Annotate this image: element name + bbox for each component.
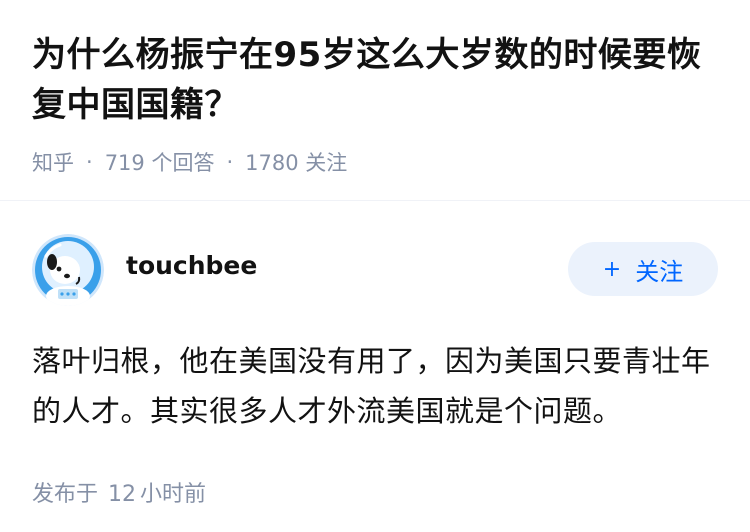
author-row: touchbee + 关注 (32, 232, 718, 308)
separator-dot: · (86, 150, 93, 174)
answer-content[interactable]: 落叶归根，他在美国没有用了，因为美国只要青壮年的人才。其实很多人才外流美国就是个… (32, 336, 718, 436)
question-header: 为什么杨振宁在95岁这么大岁数的时候要恢复中国国籍？ 知乎 · 719 个回答 … (32, 30, 722, 177)
follower-count-unit: 关注 (305, 151, 348, 175)
answer-count[interactable]: 719 个回答 (105, 147, 215, 177)
answer-count-unit: 个回答 (151, 151, 215, 175)
follow-button-label: 关注 (635, 257, 684, 286)
astronaut-dog-avatar-icon (32, 234, 104, 306)
publish-label: 发布于 (32, 482, 99, 507)
separator-dot: · (226, 150, 234, 174)
follow-button[interactable]: + 关注 (568, 242, 718, 296)
source-label[interactable]: 知乎 (32, 147, 74, 177)
answer-count-value: 719 (104, 151, 145, 175)
section-divider (0, 200, 750, 201)
publish-unit: 小时前 (140, 482, 207, 507)
plus-icon: + (602, 256, 622, 282)
question-meta: 知乎 · 719 个回答 · 1780 关注 (32, 147, 722, 177)
answer-card: touchbee + 关注 落叶归根，他在美国没有用了，因为美国只要青壮年的人才… (32, 232, 718, 508)
follower-count-value: 1780 (245, 151, 299, 175)
question-title[interactable]: 为什么杨振宁在95岁这么大岁数的时候要恢复中国国籍？ (32, 30, 722, 130)
answer-publish-time: 发布于 12 小时前 (32, 476, 718, 508)
author-avatar[interactable] (32, 234, 104, 306)
author-name[interactable]: touchbee (126, 251, 257, 280)
follower-count[interactable]: 1780 关注 (245, 147, 347, 177)
publish-amount: 12 (108, 482, 137, 507)
